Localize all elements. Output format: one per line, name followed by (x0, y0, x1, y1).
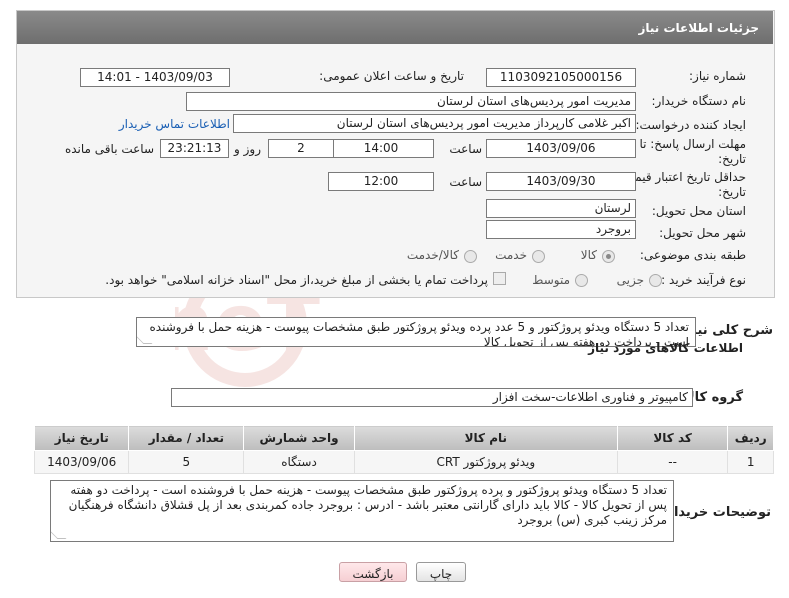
contact-info-link[interactable]: اطلاعات تماس خریدار (119, 117, 230, 131)
city-field[interactable]: بروجرد (486, 220, 636, 239)
category-radio-both[interactable] (464, 250, 477, 263)
province-label: استان محل تحویل: (651, 204, 746, 218)
col-row-number: ردیف (727, 425, 774, 451)
process-radio-medium[interactable] (575, 274, 588, 287)
buyer-org-label: نام دستگاه خریدار: (651, 94, 747, 108)
days-remaining-field[interactable]: 2 (268, 139, 334, 158)
cell-row-number: 1 (727, 450, 774, 474)
cell-item-code: -- (616, 450, 729, 474)
creator-field[interactable]: اکبر غلامی کارپرداز مدیریت امور پردیس‌ها… (233, 114, 636, 133)
category-option-goods: کالا (580, 248, 597, 262)
category-radio-service[interactable] (532, 250, 545, 263)
announce-label: تاریخ و ساعت اعلان عمومی: (319, 69, 464, 83)
goods-section-title: اطلاعات کالاهای مورد نیاز (588, 341, 743, 355)
process-option-partial: جزیی (616, 273, 644, 287)
resize-grip-icon[interactable] (51, 530, 67, 539)
print-button[interactable]: چاپ (416, 562, 466, 582)
buyer-notes-textarea[interactable]: تعداد 5 دستگاه ویدئو پروژکتور و پرده پرو… (50, 480, 674, 542)
announce-datetime-field[interactable]: 1403/09/03 - 14:01 (80, 68, 230, 87)
deadline-time-field[interactable]: 14:00 (328, 139, 434, 158)
panel-header: جزئیات اطلاعات نیاز (17, 11, 773, 44)
need-number-field[interactable]: 1103092105000156 (486, 68, 636, 87)
col-item-code: کد کالا (616, 425, 729, 451)
creator-label: ایجاد کننده درخواست: (635, 118, 746, 132)
buyer-notes-text: تعداد 5 دستگاه ویدئو پروژکتور و پرده پرو… (68, 483, 667, 527)
resize-grip-icon[interactable] (137, 335, 153, 344)
process-radio-partial[interactable] (649, 274, 662, 287)
category-option-service: خدمت (495, 248, 527, 262)
goods-group-field[interactable]: کامپیوتر و فناوری اطلاعات-سخت افزار (171, 388, 693, 407)
cell-unit: دستگاه (243, 450, 355, 474)
cell-quantity: 5 (128, 450, 245, 474)
col-item-name: نام کالا (353, 425, 618, 451)
remaining-label: ساعت باقی مانده (64, 142, 154, 156)
col-quantity: تعداد / مقدار (128, 425, 245, 451)
cell-need-date: 1403/09/06 (33, 450, 130, 474)
cell-item-name: ویدئو پروژکتور CRT (353, 450, 618, 474)
table-row[interactable]: 1 -- ویدئو پروژکتور CRT دستگاه 5 1403/09… (33, 450, 774, 474)
validity-date-field[interactable]: 1403/09/30 (486, 172, 636, 191)
time-remaining-field[interactable]: 23:21:13 (160, 139, 229, 158)
treasury-payment-note: پرداخت تمام یا بخشی از مبلغ خرید،از محل … (105, 273, 488, 287)
deadline-label: مهلت ارسال پاسخ: تا تاریخ: (639, 137, 746, 166)
col-unit: واحد شمارش (243, 425, 355, 451)
process-option-medium: متوسط (532, 273, 570, 287)
buyer-notes-label: توضیحات خریدار: (661, 505, 771, 520)
treasury-payment-checkbox[interactable] (493, 272, 506, 285)
page-title: جزئیات اطلاعات نیاز (638, 21, 759, 35)
validity-time-label: ساعت (449, 175, 482, 189)
province-field[interactable]: لرستان (486, 199, 636, 218)
validity-time-field[interactable]: 12:00 (328, 172, 434, 191)
need-number-label: شماره نیاز: (689, 69, 746, 83)
table-header-row: ردیف کد کالا نام کالا واحد شمارش تعداد /… (33, 425, 774, 451)
city-label: شهر محل تحویل: (659, 226, 746, 240)
category-label: طبقه بندی موضوعی: (639, 248, 746, 262)
buyer-org-field[interactable]: مدیریت امور پردیس‌های استان لرستان (186, 92, 636, 111)
category-option-both: کالا/خدمت (406, 248, 459, 262)
process-label: نوع فرآیند خرید : (661, 273, 746, 287)
goods-table: ردیف کد کالا نام کالا واحد شمارش تعداد /… (33, 425, 774, 474)
col-need-date: تاریخ نیاز (33, 425, 130, 451)
deadline-date-field[interactable]: 1403/09/06 (486, 139, 636, 158)
category-radio-goods[interactable] (602, 250, 615, 263)
back-button[interactable]: بازگشت (339, 562, 407, 582)
deadline-time-label: ساعت (449, 142, 482, 156)
days-label: روز و (234, 142, 261, 156)
